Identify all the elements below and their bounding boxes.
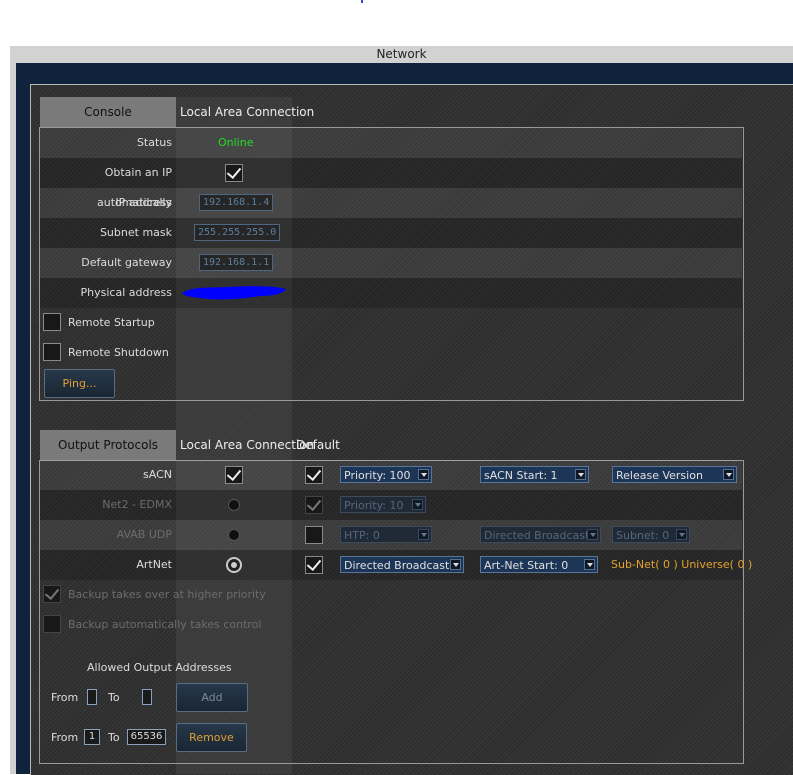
window-title: Network (376, 47, 427, 61)
default-column-header: Default (296, 438, 340, 452)
avab-subnet-value: Subnet: 0 (616, 529, 670, 542)
tab-output-protocols[interactable]: Output Protocols (40, 430, 176, 460)
remote-shutdown-checkbox[interactable] (43, 343, 61, 361)
artnet-default-checkbox[interactable] (305, 556, 323, 574)
artnet-label: ArtNet (136, 558, 172, 571)
artnet-info: Sub-Net( 0 ) Universe( 0 ) (611, 558, 753, 571)
avab-label: AVAB UDP (116, 528, 172, 541)
avab-mode-value: Directed Broadcast (484, 529, 590, 542)
backup-priority-label: Backup takes over at higher priority (68, 588, 266, 601)
remove-button[interactable]: Remove (176, 723, 247, 752)
chevron-down-icon (676, 529, 687, 540)
obtain-ip-checkbox[interactable] (225, 164, 243, 182)
tab-console[interactable]: Console (40, 97, 176, 127)
chevron-down-icon (418, 469, 429, 480)
frame-top (16, 63, 793, 84)
chevron-down-icon (412, 499, 423, 510)
net2-lan-radio[interactable] (228, 499, 240, 511)
status-label: Status (136, 136, 172, 149)
net2-priority-select[interactable]: Priority: 10 (340, 496, 426, 513)
chevron-down-icon (575, 469, 586, 480)
chevron-down-icon (584, 559, 595, 570)
frame-left (16, 84, 30, 774)
ip-label: IP address (115, 196, 172, 209)
artnet-mode-value: Directed Broadcast (344, 559, 450, 572)
net2-default-checkbox[interactable] (305, 496, 323, 514)
chevron-down-icon (450, 559, 461, 570)
sacn-version-select[interactable]: Release Version (612, 466, 737, 483)
range-to-field[interactable]: 65536 (127, 729, 166, 745)
new-from-input[interactable] (87, 689, 97, 705)
range-from-label: From (51, 731, 79, 744)
from-label: From (51, 691, 79, 704)
subnet-mask-field[interactable]: 255.255.255.0 (194, 224, 281, 241)
net2-priority-value: Priority: 10 (344, 499, 404, 512)
output-column-header: Local Area Connection (180, 438, 315, 452)
chevron-down-icon (723, 469, 734, 480)
avab-htp-select[interactable]: HTP: 0 (340, 526, 432, 543)
avab-mode-select[interactable]: Directed Broadcast (480, 526, 601, 543)
avab-subnet-select[interactable]: Subnet: 0 (612, 526, 690, 543)
chevron-down-icon (418, 529, 429, 540)
gateway-label: Default gateway (81, 256, 172, 269)
remote-startup-label: Remote Startup (68, 316, 155, 329)
console-column-header: Local Area Connection (180, 105, 315, 119)
new-to-input[interactable] (142, 689, 152, 705)
remote-startup-checkbox[interactable] (43, 313, 61, 331)
range-from-field[interactable]: 1 (84, 729, 100, 745)
sacn-default-checkbox[interactable] (305, 466, 323, 484)
remote-shutdown-label: Remote Shutdown (68, 346, 169, 359)
artnet-start-value: Art-Net Start: 0 (484, 559, 569, 572)
status-value: Online (218, 136, 254, 149)
sacn-version-value: Release Version (616, 469, 703, 482)
chevron-down-icon (587, 529, 598, 540)
backup-auto-checkbox[interactable] (43, 615, 61, 633)
sacn-start-value: sACN Start: 1 (484, 469, 558, 482)
physical-address-redaction (180, 284, 288, 302)
subnet-label: Subnet mask (99, 226, 172, 239)
artnet-lan-radio[interactable] (226, 557, 242, 573)
window-title-bar: Network (10, 46, 793, 63)
allowed-addresses-title: Allowed Output Addresses (87, 661, 232, 674)
ping-button[interactable]: Ping... (44, 369, 115, 398)
artnet-start-select[interactable]: Art-Net Start: 0 (480, 556, 598, 573)
sacn-label: sACN (143, 468, 172, 481)
sacn-priority-value: Priority: 100 (344, 469, 411, 482)
sacn-lan-checkbox[interactable] (225, 466, 243, 484)
title-marker (361, 0, 363, 3)
add-button[interactable]: Add (176, 683, 248, 712)
backup-priority-checkbox[interactable] (43, 585, 61, 603)
net2-label: Net2 - EDMX (102, 498, 172, 511)
range-to-label: To (108, 731, 120, 744)
ip-address-field[interactable]: 192.168.1.4 (199, 194, 274, 211)
to-label: To (108, 691, 120, 704)
sacn-priority-select[interactable]: Priority: 100 (340, 466, 432, 483)
backup-auto-label: Backup automatically takes control (68, 618, 262, 631)
physical-label: Physical address (80, 286, 172, 299)
avab-htp-value: HTP: 0 (344, 529, 380, 542)
artnet-mode-select[interactable]: Directed Broadcast (340, 556, 464, 573)
avab-default-checkbox[interactable] (305, 526, 323, 544)
sacn-start-select[interactable]: sACN Start: 1 (480, 466, 589, 483)
default-gateway-field[interactable]: 192.168.1.1 (199, 254, 274, 271)
avab-lan-radio[interactable] (228, 529, 240, 541)
